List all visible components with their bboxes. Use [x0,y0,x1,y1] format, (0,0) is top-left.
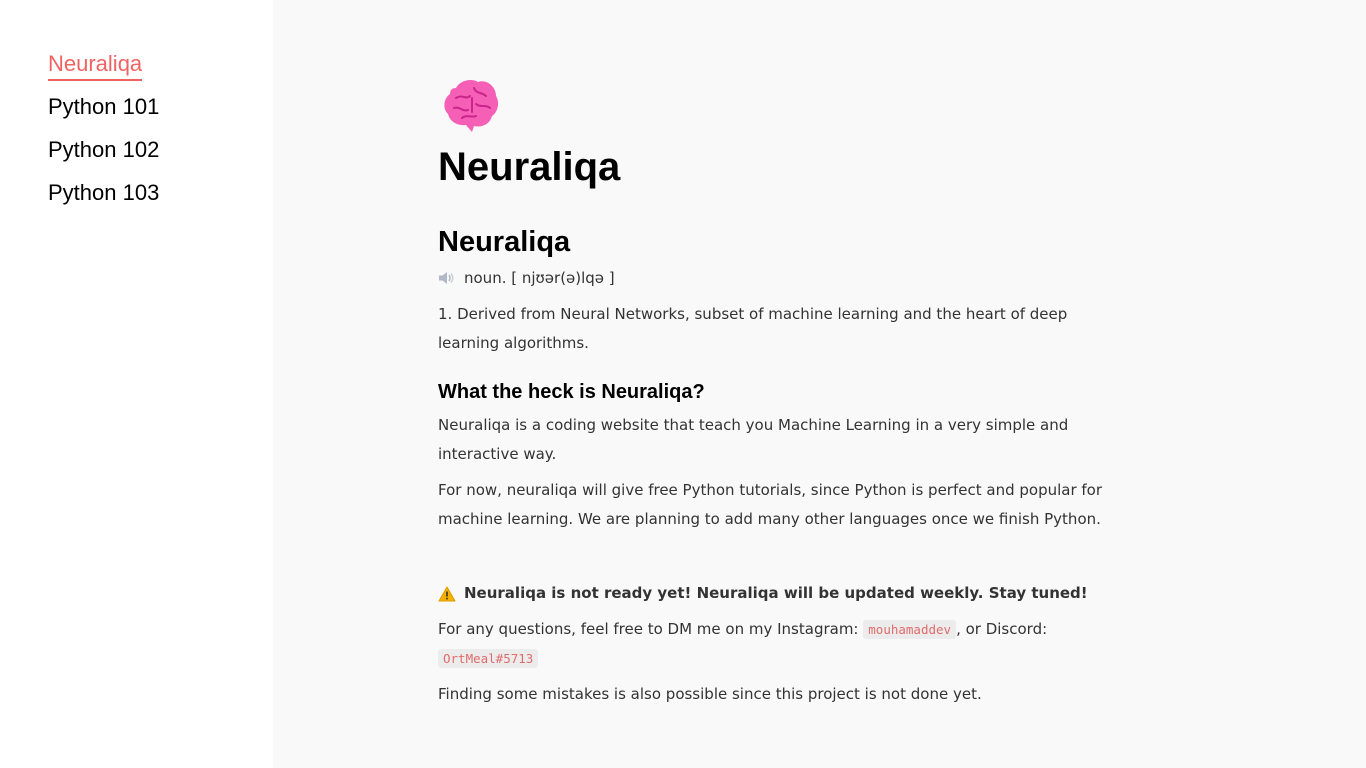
pronunciation-text: noun. [ njʊər(ə)lqə ] [464,269,615,287]
python-paragraph: For now, neuraliqa will give free Python… [438,481,1103,528]
intro-paragraph: Neuraliqa is a coding website that teach… [438,416,1069,463]
warning-icon [438,586,456,601]
sidebar-item-python-101: Python 101 [48,93,159,136]
brain-icon [444,80,499,132]
sidebar-link-python-102[interactable]: Python 102 [48,136,159,165]
sidebar: Neuraliqa Python 101 Python 102 Python 1… [0,0,273,768]
pronunciation-row: noun. [ njʊər(ə)lqə ] [438,268,1118,288]
page-title: Neuraliqa [438,145,621,189]
definition: 1. Derived from Neural Networks, subset … [438,305,1068,352]
warning-text: Neuraliqa is not ready yet! Neuraliqa wi… [464,584,1088,602]
word-heading: Neuraliqa [438,226,571,258]
sidebar-link-python-101[interactable]: Python 101 [48,93,159,122]
sidebar-item-python-102: Python 102 [48,136,159,179]
sidebar-link-python-103[interactable]: Python 103 [48,179,159,208]
sidebar-nav: Neuraliqa Python 101 Python 102 Python 1… [48,50,159,222]
instagram-handle: mouhamaddev [863,620,957,639]
discord-handle: OrtMeal#5713 [438,649,539,668]
sidebar-item-python-103: Python 103 [48,179,159,222]
contact-paragraph: For any questions, feel free to DM me on… [438,615,1118,673]
mistakes-paragraph: Finding some mistakes is also possible s… [438,685,982,703]
contact-middle: , or Discord: [956,620,1048,638]
speaker-icon[interactable] [438,271,456,285]
sidebar-item-neuraliqa: Neuraliqa [48,50,159,93]
contact-prefix: For any questions, feel free to DM me on… [438,620,864,638]
sidebar-link-neuraliqa[interactable]: Neuraliqa [48,50,143,81]
section-heading: What the heck is Neuraliqa? [438,381,705,403]
main-content: Neuraliqa Neuraliqa noun. [ njʊər(ə)lqə … [438,78,1118,709]
warning-notice: Neuraliqa is not ready yet! Neuraliqa wi… [438,579,1118,608]
